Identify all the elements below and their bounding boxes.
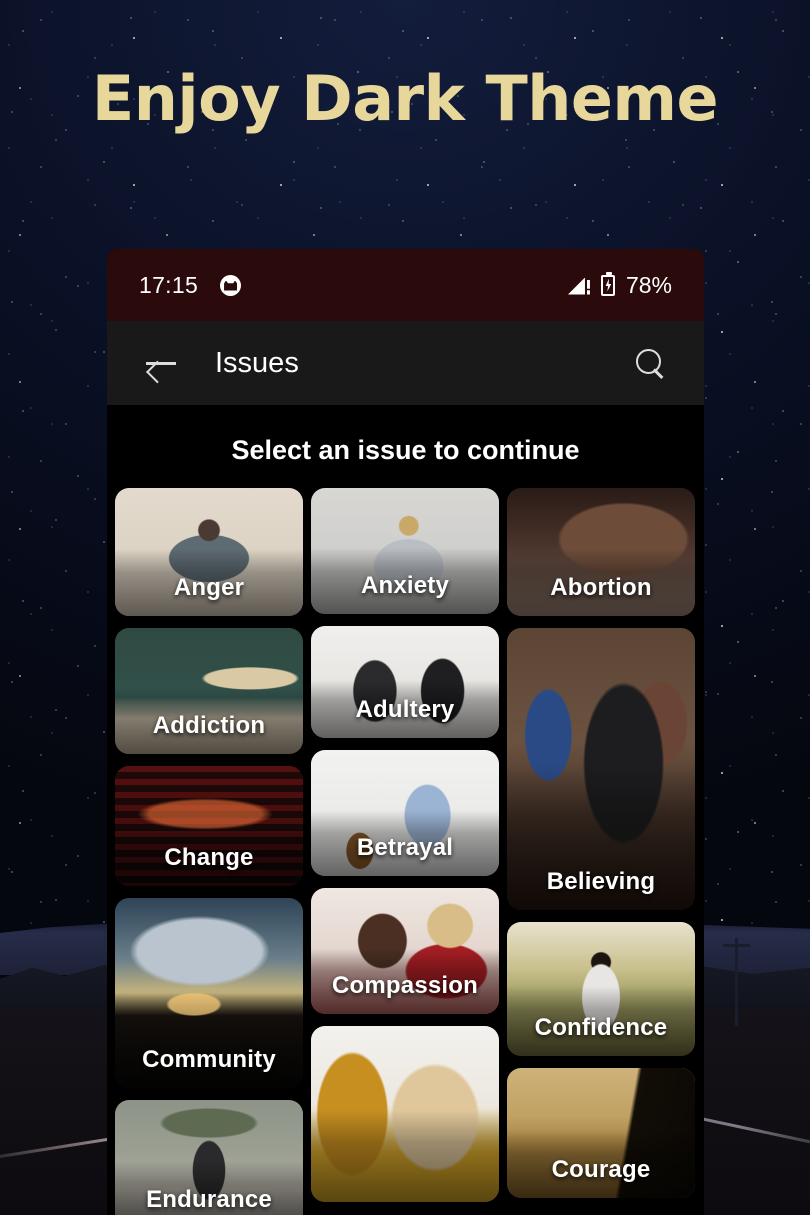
issue-tile-anger[interactable]: Anger (115, 488, 303, 616)
issues-grid: Anger Addiction Change Community Endurance An… (107, 488, 704, 1215)
battery-charging-icon (600, 271, 615, 296)
issue-tile-betrayal[interactable]: Betrayal (311, 750, 499, 876)
signal-warning-icon (567, 276, 590, 295)
status-bar-right: 78% (567, 271, 672, 299)
issue-tile-courage[interactable]: Courage (507, 1068, 695, 1198)
issue-tile-addiction[interactable]: Addiction (115, 628, 303, 754)
issue-label: Anger (173, 574, 245, 601)
issue-tile-confidence[interactable]: Confidence (507, 922, 695, 1056)
issue-tile-adultery[interactable]: Adultery (311, 626, 499, 738)
issue-label: Abortion (550, 574, 652, 601)
issue-label: Betrayal (356, 834, 454, 861)
issue-label: Confidence (534, 1014, 668, 1041)
utility-pole-icon (723, 938, 750, 1026)
issue-label: Adultery (355, 696, 455, 723)
issue-label: Anxiety (360, 572, 450, 599)
issue-tile-compassion[interactable]: Compassion (311, 888, 499, 1014)
issue-label: Endurance (146, 1186, 272, 1213)
search-icon (636, 349, 664, 377)
issue-tile[interactable] (311, 1026, 499, 1202)
issue-label: Compassion (331, 972, 479, 999)
battery-percent: 78% (625, 271, 672, 298)
status-bar: 17:15 78% (107, 249, 704, 321)
issue-label: Courage (551, 1156, 651, 1183)
issues-column-2: Anxiety Adultery Betrayal Compassion (311, 488, 499, 1214)
photo-scrim (311, 1110, 499, 1202)
issue-label: Community (142, 1046, 276, 1073)
issue-tile-community[interactable]: Community (115, 898, 303, 1088)
page-title: Enjoy Dark Theme (91, 62, 719, 135)
cat-face-icon (220, 274, 242, 296)
status-time: 17:15 (139, 271, 199, 298)
screenshot-stage: Enjoy Dark Theme 17:15 78% Issues Select… (0, 0, 810, 1215)
search-button[interactable] (624, 337, 676, 389)
issues-column-3: Abortion Believing Confidence Courage (507, 488, 695, 1210)
issues-column-1: Anger Addiction Change Community Endurance (115, 488, 303, 1215)
app-bar: Issues (107, 321, 704, 405)
back-button[interactable] (135, 337, 187, 389)
issue-tile-believing[interactable]: Believing (507, 628, 695, 910)
content-area: Select an issue to continue Anger Addicti… (107, 405, 704, 1215)
phone-mockup: 17:15 78% Issues Select an issue to cont… (107, 249, 704, 1215)
issue-label: Believing (546, 868, 656, 895)
issue-tile-abortion[interactable]: Abortion (507, 488, 695, 616)
issue-tile-change[interactable]: Change (115, 766, 303, 886)
issue-label: Change (164, 844, 254, 871)
app-bar-title: Issues (215, 346, 299, 379)
select-issue-heading: Select an issue to continue (231, 435, 580, 465)
issue-tile-endurance[interactable]: Endurance (115, 1100, 303, 1215)
status-bar-left: 17:15 (139, 271, 242, 299)
issue-tile-anxiety[interactable]: Anxiety (311, 488, 499, 614)
back-arrow-icon (146, 352, 176, 374)
issue-label: Addiction (152, 712, 266, 739)
